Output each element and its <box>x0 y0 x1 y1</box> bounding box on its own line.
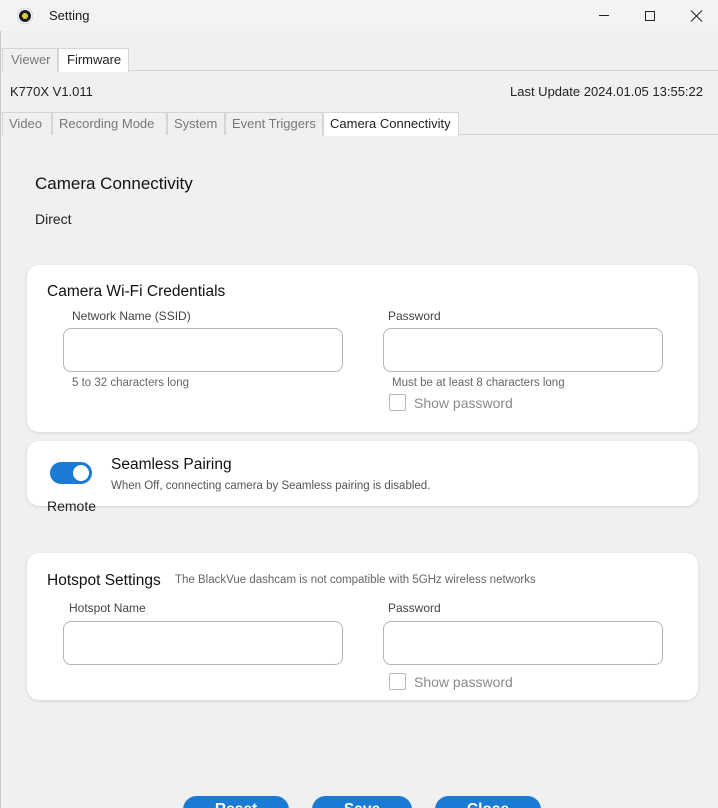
wifi-password-label: Password <box>388 309 441 323</box>
hotspot-note: The BlackVue dashcam is not compatible w… <box>175 574 536 586</box>
tab-video[interactable]: Video <box>2 112 52 135</box>
seamless-pairing-title: Seamless Pairing <box>111 456 232 473</box>
maximize-button[interactable] <box>627 0 673 31</box>
blackvue-logo-icon <box>17 8 33 24</box>
minimize-button[interactable] <box>581 0 627 31</box>
minimize-icon <box>599 15 609 16</box>
hotspot-show-password-checkbox[interactable] <box>389 673 406 690</box>
title-bar: Setting <box>0 0 718 31</box>
content-panel: Camera Connectivity Direct Camera Wi-Fi … <box>2 136 718 808</box>
ssid-input[interactable] <box>63 328 343 372</box>
close-button[interactable]: Close <box>435 796 541 808</box>
seamless-pairing-card: Seamless Pairing When Off, connecting ca… <box>27 441 698 506</box>
hotspot-show-password[interactable]: Show password <box>389 673 513 690</box>
hotspot-password-input[interactable] <box>383 621 663 665</box>
tab-viewer[interactable]: Viewer <box>2 48 58 71</box>
wifi-password-hint: Must be at least 8 characters long <box>392 377 565 389</box>
seamless-pairing-description: When Off, connecting camera by Seamless … <box>111 480 431 492</box>
tab-camera-connectivity[interactable]: Camera Connectivity <box>323 112 459 136</box>
wifi-password-input[interactable] <box>383 328 663 372</box>
wifi-show-password-label: Show password <box>414 394 513 411</box>
firmware-model: K770X V1.011 <box>10 84 93 99</box>
wifi-card-title: Camera Wi-Fi Credentials <box>47 283 226 300</box>
tab-recording-mode[interactable]: Recording Mode <box>52 112 167 135</box>
close-window-button[interactable] <box>673 0 718 31</box>
ssid-label: Network Name (SSID) <box>72 309 191 323</box>
top-tab-bar: Viewer Firmware <box>1 48 718 72</box>
hotspot-settings-card: Hotspot Settings The BlackVue dashcam is… <box>27 553 698 700</box>
tab-firmware[interactable]: Firmware <box>58 48 129 72</box>
hotspot-password-label: Password <box>388 601 441 615</box>
wifi-show-password-checkbox[interactable] <box>389 394 406 411</box>
reset-button[interactable]: Reset <box>183 796 289 808</box>
page-title: Camera Connectivity <box>35 174 193 193</box>
maximize-icon <box>645 10 655 21</box>
tab-system[interactable]: System <box>167 112 225 135</box>
last-update: Last Update 2024.01.05 13:55:22 <box>510 84 703 99</box>
ssid-hint: 5 to 32 characters long <box>72 377 189 389</box>
tab-event-triggers[interactable]: Event Triggers <box>225 112 323 135</box>
section-direct-label: Direct <box>35 211 72 227</box>
hotspot-name-label: Hotspot Name <box>69 601 146 615</box>
close-icon <box>690 10 702 22</box>
save-button[interactable]: Save <box>312 796 412 808</box>
wifi-show-password[interactable]: Show password <box>389 394 513 411</box>
hotspot-card-title: Hotspot Settings <box>47 572 161 589</box>
section-remote-label: Remote <box>47 498 97 514</box>
settings-tab-bar: Video Recording Mode System Event Trigge… <box>1 112 718 136</box>
toggle-knob <box>73 465 89 481</box>
wifi-credentials-card: Camera Wi-Fi Credentials Network Name (S… <box>27 265 698 432</box>
seamless-pairing-toggle[interactable] <box>50 462 92 484</box>
hotspot-show-password-label: Show password <box>414 673 513 690</box>
main-area: Viewer Firmware K770X V1.011 Last Update… <box>0 31 718 808</box>
hotspot-name-input[interactable] <box>63 621 343 665</box>
window-title: Setting <box>49 8 90 23</box>
